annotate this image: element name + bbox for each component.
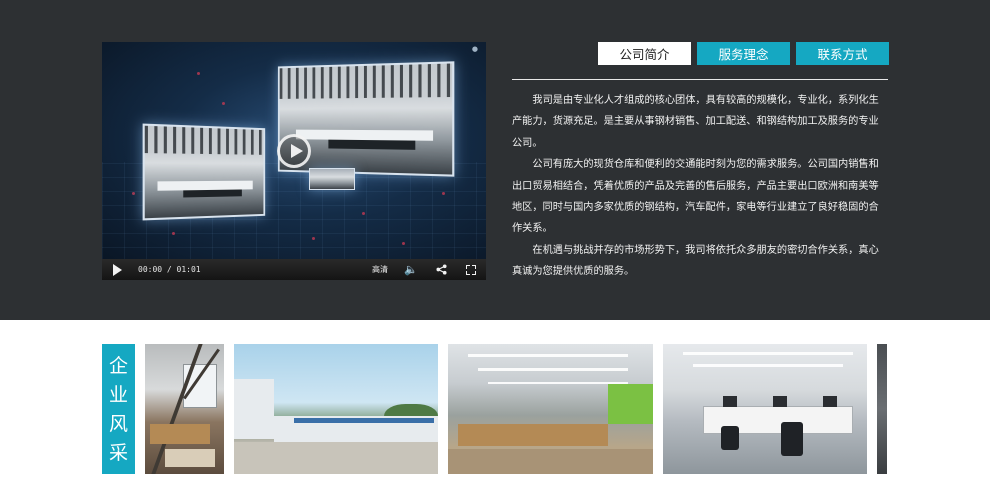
video-player[interactable]: ● 00:00 / 01:01 高清 🔈 <box>102 42 486 280</box>
video-particle <box>172 232 175 235</box>
tab-contact[interactable]: 联系方式 <box>796 42 889 65</box>
video-particle <box>442 192 445 195</box>
gallery-photo-workshop[interactable] <box>145 344 224 474</box>
video-office-panel-left <box>142 123 266 221</box>
gallery-label-char: 业 <box>108 383 128 406</box>
video-frame[interactable]: ● <box>102 42 486 259</box>
video-particle <box>362 212 365 215</box>
gallery-photo-office[interactable] <box>663 344 867 474</box>
gallery-label-char: 风 <box>108 412 128 435</box>
fullscreen-icon[interactable] <box>456 259 486 280</box>
tab-service-philosophy[interactable]: 服务理念 <box>697 42 790 65</box>
gallery-photo-factory-exterior[interactable] <box>234 344 438 474</box>
gallery-photo-partial[interactable] <box>877 344 887 474</box>
video-time-display: 00:00 / 01:01 <box>138 265 201 274</box>
intro-paragraph: 在机遇与挑战并存的市场形势下，我司将依托众多朋友的密切合作关系，真心真诚为您提供… <box>512 244 879 278</box>
tab-company-profile[interactable]: 公司简介 <box>598 42 691 65</box>
top-band: ● 00:00 / 01:01 高清 🔈 公司简介 服务理念 联系方式 我司是由… <box>0 0 990 320</box>
company-intro-text: 我司是由专业化人才组成的核心团体，具有较高的规模化，专业化，系列化生产能力，货源… <box>512 90 888 283</box>
quality-button[interactable]: 高清 <box>364 259 396 280</box>
tab-divider <box>512 79 888 80</box>
video-particle <box>312 237 315 240</box>
gallery-label-char: 采 <box>108 441 128 464</box>
video-particle <box>132 192 135 195</box>
share-icon[interactable] <box>426 259 456 280</box>
intro-tabs: 公司简介 服务理念 联系方式 <box>598 42 889 65</box>
video-lock-icon: ● <box>471 45 478 53</box>
volume-icon[interactable]: 🔈 <box>396 259 426 280</box>
gallery-photo-assembly-line[interactable] <box>448 344 653 474</box>
video-office-panel-small <box>309 168 355 190</box>
video-control-bar: 00:00 / 01:01 高清 🔈 <box>102 259 486 280</box>
video-particle <box>197 72 200 75</box>
video-particle <box>402 242 405 245</box>
play-icon[interactable] <box>102 259 132 280</box>
video-play-overlay-icon[interactable] <box>277 134 311 168</box>
gallery-label-char: 企 <box>108 354 128 377</box>
intro-paragraph: 我司是由专业化人才组成的核心团体，具有较高的规模化，专业化，系列化生产能力，货源… <box>512 95 879 149</box>
video-particle <box>222 102 225 105</box>
gallery-section-label: 企 业 风 采 <box>102 344 135 474</box>
intro-paragraph: 公司有庞大的现货仓库和便利的交通能时刻为您的需求服务。公司国内销售和出口贸易相结… <box>512 159 879 235</box>
